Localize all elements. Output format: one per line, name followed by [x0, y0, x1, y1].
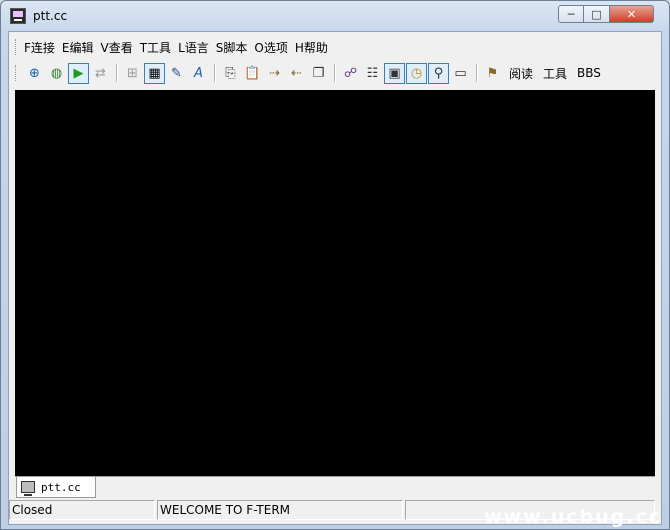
image-icon[interactable]: ▣ — [384, 62, 405, 84]
read-button[interactable]: 阅读 — [509, 65, 533, 82]
terminal-screen[interactable] — [15, 90, 655, 476]
watermark: www.ucbug.cc — [484, 506, 662, 528]
bbs-button[interactable]: BBS — [577, 66, 601, 80]
menubar-grip[interactable] — [15, 39, 19, 55]
paste-icon[interactable]: 📋 — [242, 63, 263, 84]
toolbar-separator — [116, 64, 118, 82]
session-tab[interactable]: ptt.cc — [16, 477, 96, 498]
play-icon[interactable]: ▶ — [68, 62, 89, 84]
menu-view[interactable]: V查看 — [101, 39, 138, 56]
session-tab-bar: ptt.cc — [15, 476, 655, 499]
monitor-icon — [21, 481, 35, 496]
select-all-icon[interactable]: ▦ — [144, 62, 165, 84]
app-window: ptt.cc ─ □ ✕ F连接 E编辑 V查看 T工具 L语言 S脚本 O选项… — [0, 0, 670, 530]
edit-icon[interactable]: ✎ — [166, 63, 187, 84]
menu-script[interactable]: S脚本 — [216, 39, 253, 56]
menu-help[interactable]: H帮助 — [295, 39, 333, 56]
toolbar-separator — [476, 64, 478, 82]
toolbar-grip[interactable] — [15, 65, 19, 81]
maximize-button[interactable]: □ — [584, 5, 610, 23]
document-icon[interactable]: ❐ — [308, 63, 329, 84]
menu-connect[interactable]: F连接 — [24, 39, 60, 56]
disconnect-icon[interactable]: ⇄ — [90, 63, 111, 84]
session-tab-label: ptt.cc — [41, 480, 81, 494]
status-message: WELCOME TO F-TERM — [157, 500, 403, 520]
status-connection: Closed — [9, 500, 155, 520]
send-icon[interactable]: ⇢ — [264, 63, 285, 84]
copy-icon[interactable]: ⎘ — [220, 63, 241, 84]
close-button[interactable]: ✕ — [610, 5, 654, 23]
globe-connect-icon[interactable]: ◍ — [46, 63, 67, 84]
menu-tools[interactable]: T工具 — [140, 39, 176, 56]
title-bar[interactable]: ptt.cc ─ □ ✕ — [1, 1, 669, 31]
toolbar-separator — [214, 64, 216, 82]
quick-connect-icon[interactable]: ⊕ — [24, 63, 45, 84]
tools-button[interactable]: 工具 — [543, 65, 567, 82]
list-icon[interactable]: ☷ — [362, 63, 383, 84]
toolbar-separator — [334, 64, 336, 82]
menu-language[interactable]: L语言 — [178, 39, 214, 56]
menu-bar: F连接 E编辑 V查看 T工具 L语言 S脚本 O选项 H帮助 — [9, 36, 335, 58]
client-area: F连接 E编辑 V查看 T工具 L语言 S脚本 O选项 H帮助 ⊕ ◍ ▶ ⇄ … — [8, 31, 662, 525]
font-icon[interactable]: A — [188, 63, 209, 84]
toolbar: ⊕ ◍ ▶ ⇄ ⊞ ▦ ✎ A ⎘ 📋 ⇢ ⇠ ❐ ☍ ☷ ▣ ◷ ⚲ ▭ ⚑ … — [9, 60, 661, 86]
menu-options[interactable]: O选项 — [254, 39, 292, 56]
flag-icon[interactable]: ⚑ — [482, 63, 503, 84]
monitor-icon[interactable]: ▭ — [450, 63, 471, 84]
menu-edit[interactable]: E编辑 — [62, 39, 99, 56]
users-icon[interactable]: ☍ — [340, 63, 361, 84]
app-icon[interactable] — [10, 8, 26, 24]
receive-icon[interactable]: ⇠ — [286, 63, 307, 84]
copy-screen-icon[interactable]: ⊞ — [122, 63, 143, 84]
link-icon[interactable]: ⚲ — [428, 62, 449, 84]
clock-icon[interactable]: ◷ — [406, 62, 427, 84]
minimize-button[interactable]: ─ — [558, 5, 584, 23]
window-title: ptt.cc — [33, 9, 68, 23]
